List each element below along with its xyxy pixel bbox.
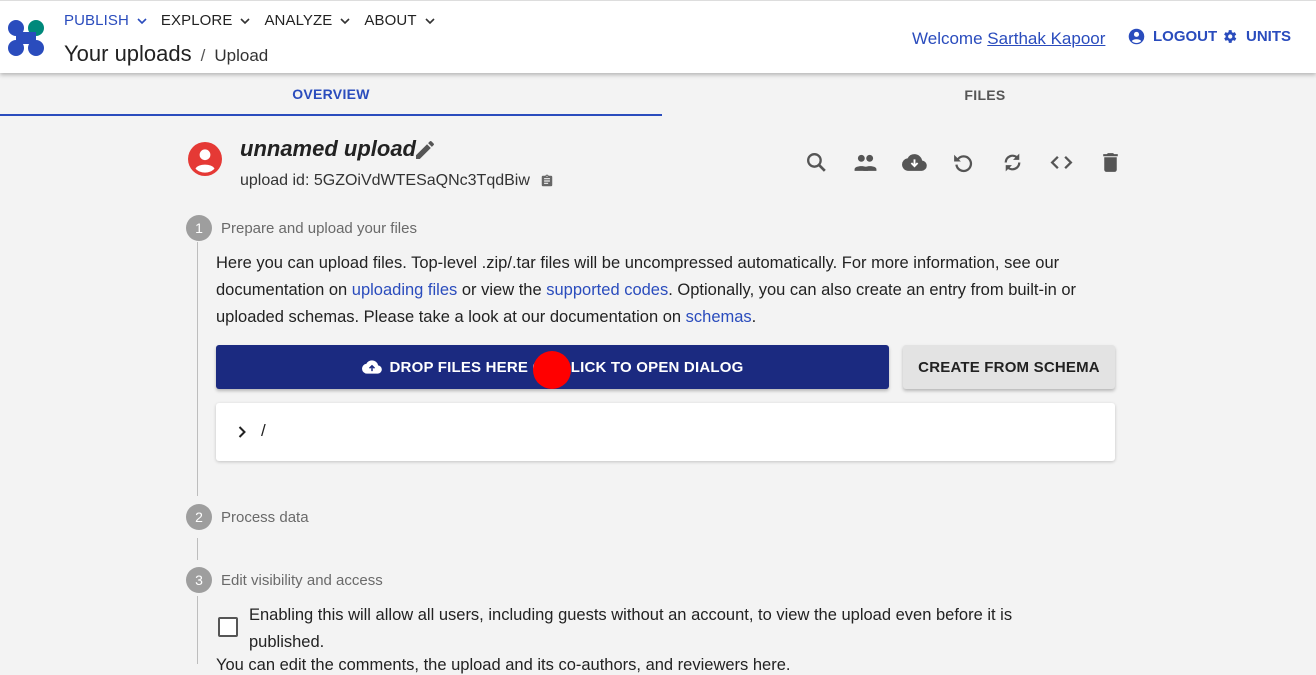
- search-icon: [807, 152, 826, 172]
- file-tree: /: [216, 403, 1115, 461]
- breadcrumb: Your uploads / Upload: [64, 41, 268, 67]
- chevron-down-icon: [137, 17, 147, 24]
- undo-icon: [954, 154, 973, 172]
- welcome-message: Welcome Sarthak Kapoor: [912, 29, 1106, 48]
- cloud-upload-icon: [361, 360, 382, 374]
- step-2-label[interactable]: Process data: [221, 509, 309, 526]
- main-nav: PUBLISH EXPLORE ANALYZE ABOUT: [64, 12, 449, 29]
- stepper-connector: [197, 538, 198, 560]
- step-2-number: 2: [186, 504, 212, 530]
- account-circle-icon: [188, 142, 222, 176]
- create-from-schema-button[interactable]: CREATE FROM SCHEMA: [903, 345, 1115, 389]
- step-3-number: 3: [186, 567, 212, 593]
- api-code-button[interactable]: [1037, 148, 1086, 176]
- public-visibility-label: Enabling this will allow all users, incl…: [249, 606, 1013, 651]
- edit-comments-text: You can edit the comments, the upload an…: [216, 656, 791, 674]
- account-circle-icon: [1128, 28, 1145, 45]
- tab-bar: OVERVIEW FILES: [0, 74, 1316, 116]
- nav-explore[interactable]: EXPLORE: [161, 12, 251, 29]
- chevron-down-icon: [340, 17, 350, 24]
- upload-name: unnamed upload: [240, 136, 416, 161]
- cursor-marker: [533, 351, 571, 389]
- reprocess-button[interactable]: [988, 148, 1037, 176]
- uploading-files-link[interactable]: uploading files: [352, 281, 458, 299]
- step-1-number: 1: [186, 215, 212, 241]
- chevron-right-icon[interactable]: [234, 424, 250, 440]
- search-button[interactable]: [792, 148, 841, 176]
- stepper-connector: [197, 596, 198, 664]
- people-icon: [854, 154, 877, 171]
- clipboard-icon[interactable]: [540, 174, 554, 188]
- nav-analyze[interactable]: ANALYZE: [264, 12, 350, 29]
- nav-about[interactable]: ABOUT: [364, 12, 435, 29]
- chevron-down-icon: [240, 17, 251, 24]
- download-button[interactable]: [890, 148, 939, 176]
- breadcrumb-separator: /: [200, 46, 206, 65]
- cloud-download-icon: [902, 153, 927, 171]
- code-icon: [1050, 155, 1073, 169]
- step-1-label[interactable]: Prepare and upload your files: [221, 220, 417, 237]
- user-name-link[interactable]: Sarthak Kapoor: [987, 29, 1105, 48]
- step-3-label[interactable]: Edit visibility and access: [221, 572, 383, 589]
- upload-description: Here you can upload files. Top-level .zi…: [216, 254, 1077, 326]
- undo-button[interactable]: [939, 148, 988, 176]
- file-tree-root-path[interactable]: /: [261, 421, 266, 441]
- reprocess-icon: [1004, 153, 1021, 171]
- members-button[interactable]: [841, 148, 890, 176]
- units-button[interactable]: UNITS: [1221, 28, 1291, 45]
- upload-id-row: upload id: 5GZOiVdWTESaQNc3TqdBiw: [240, 172, 554, 190]
- app-bar: PUBLISH EXPLORE ANALYZE ABOUT Your uploa…: [0, 0, 1316, 73]
- edit-pencil-icon[interactable]: [413, 138, 437, 162]
- upload-actions: [792, 148, 1135, 176]
- breadcrumb-current-page: Upload: [214, 46, 269, 65]
- logout-button[interactable]: LOGOUT: [1128, 28, 1217, 45]
- trash-icon: [1103, 152, 1118, 172]
- schemas-link[interactable]: schemas: [686, 308, 752, 326]
- stepper-connector: [197, 242, 198, 496]
- public-visibility-checkbox[interactable]: [218, 617, 238, 637]
- tab-overview[interactable]: OVERVIEW: [0, 74, 662, 116]
- chevron-down-icon: [425, 17, 435, 24]
- gear-icon: [1224, 30, 1237, 43]
- delete-button[interactable]: [1086, 148, 1135, 176]
- nav-publish[interactable]: PUBLISH: [64, 12, 147, 29]
- supported-codes-link[interactable]: supported codes: [546, 281, 668, 299]
- tab-files[interactable]: FILES: [654, 74, 1316, 116]
- upload-id-value: 5GZOiVdWTESaQNc3TqdBiw: [313, 172, 530, 189]
- nomad-logo-icon[interactable]: [5, 18, 47, 60]
- breadcrumb-your-uploads[interactable]: Your uploads: [64, 41, 192, 67]
